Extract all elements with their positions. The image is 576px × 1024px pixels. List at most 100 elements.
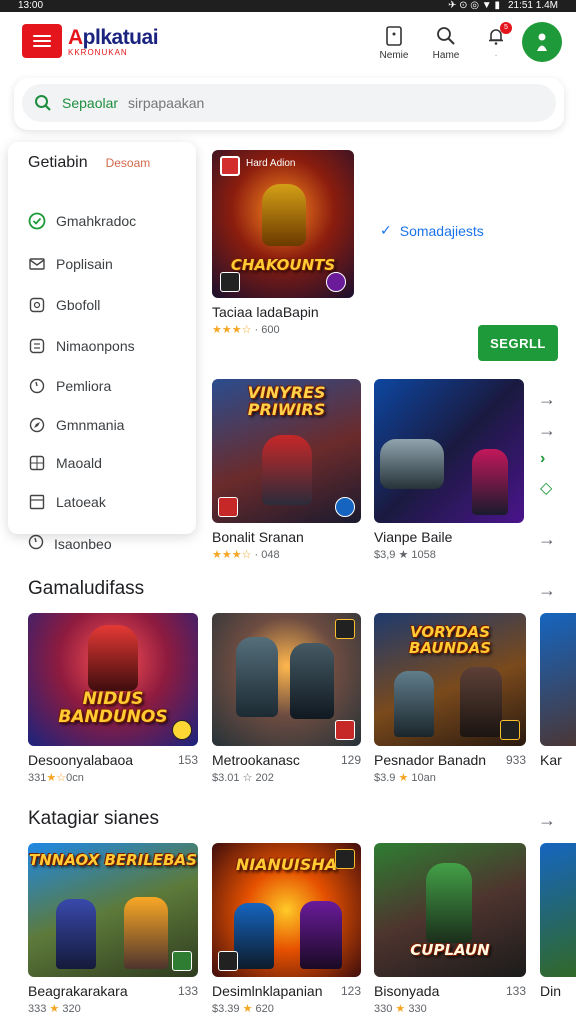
arrow-right-icon[interactable]: → [538, 389, 556, 410]
game-title: Pesnador Banadn [374, 752, 487, 768]
age-badge-icon [335, 720, 355, 740]
featured-game-card[interactable]: Hard Adion CHAKOUNTS Taciaa ladaBapin ★★… [212, 150, 354, 336]
user-icon [537, 33, 547, 51]
category-item[interactable]: Nimaonpons [28, 337, 135, 355]
age-badge-icon [335, 497, 355, 517]
publisher-badge-icon [220, 156, 240, 176]
dropdown-tag[interactable]: Desoam [106, 156, 151, 170]
game-thumbnail: VORYDAS BAUNDAS [374, 613, 526, 746]
logo-wordmark: Aplkatuai [68, 26, 159, 49]
category-label: Gmahkradoc [56, 213, 137, 229]
notification-badge: 5 [500, 22, 512, 34]
arrow-right-icon[interactable]: → [538, 580, 556, 601]
game-thumbnail: NIANUISHA [212, 843, 361, 977]
game-thumbnail [374, 379, 524, 523]
mail-icon [28, 255, 46, 273]
window-icon [28, 493, 46, 511]
chevron-right-icon[interactable]: › [540, 450, 545, 468]
status-bar: 13:00 ✈ ⊙ ◎ ▼ ▮ 21:51 1.4M [0, 0, 576, 12]
age-badge-icon [335, 849, 355, 869]
grid-icon [28, 454, 46, 472]
install-button[interactable]: SEGRLL [478, 325, 558, 361]
category-item[interactable]: Gmahkradoc [28, 212, 136, 230]
top-app-bar: Aplkatuai KKRONUKAN Nemie Hame 5 · [0, 14, 576, 76]
game-count: 129 [340, 753, 361, 767]
verified-link[interactable]: ✓ Somadajiests [380, 222, 484, 239]
soldier-figure-icon [394, 671, 434, 737]
menu-line-icon [33, 35, 51, 37]
game-meta: 333 ★ 320 [28, 1003, 81, 1015]
category-item[interactable]: Poplisain [28, 255, 113, 273]
publisher-badge-icon [218, 951, 238, 971]
game-card[interactable]: NIANUISHA 123 Desimlnklapanian $3.39 ★ 6… [212, 843, 361, 1015]
thumb-title: VINYRES PRIWIRS [247, 383, 326, 419]
age-badge-icon [500, 720, 520, 740]
game-card[interactable]: VORYDAS BAUNDAS 933 Pesnador Banadn $3.9… [374, 613, 526, 784]
hamburger-menu-button[interactable] [22, 24, 62, 58]
news-button[interactable]: Nemie [372, 26, 416, 61]
publisher-badge-icon [335, 619, 355, 639]
search-container: Sepaolar [14, 78, 564, 130]
game-card-partial[interactable]: Kar [540, 613, 576, 768]
signal-icons: ✈ ⊙ ◎ ▼ ▮ [447, 0, 500, 11]
arrow-right-icon[interactable]: → [538, 810, 556, 831]
game-meta: $3.01 ☆ 202 [212, 772, 274, 784]
game-title: Bisonyada [374, 983, 440, 999]
game-card[interactable]: TNNAOX BERILEBAS 133 Beagrakarakara 333 … [28, 843, 198, 1015]
rating-badge-icon [220, 272, 240, 292]
soldier-figure-icon [234, 903, 274, 969]
game-count: 133 [505, 984, 526, 998]
game-title: Kar [540, 752, 562, 768]
category-item[interactable]: Gmnmania [28, 416, 124, 434]
game-card[interactable]: 129 Metrookanasc $3.01 ☆ 202 [212, 613, 361, 784]
dropdown-title: Getiabin [28, 154, 88, 171]
age-badge-icon [172, 720, 192, 740]
arrow-right-icon[interactable]: → [538, 420, 556, 441]
game-title: Metrookanasc [212, 752, 300, 768]
notifications-button[interactable]: 5 · [474, 22, 518, 61]
thumb-title: NIDUS BANDUNOS [58, 689, 168, 727]
game-card[interactable]: NIDUS BANDUNOS 153 Desoonyalabaoa 331★☆0… [28, 613, 198, 784]
game-meta: 331★☆0cn [28, 772, 84, 784]
profile-button[interactable] [522, 22, 562, 62]
category-item[interactable]: Pemliora [28, 377, 111, 395]
section-title: Gamaludifass [28, 578, 145, 599]
search-label: Sepaolar [62, 95, 119, 111]
search-bar[interactable]: Sepaolar [22, 84, 556, 122]
diamond-icon[interactable]: ◇ [540, 478, 552, 498]
rating-stars: ★ [49, 1003, 60, 1015]
category-item[interactable]: Isaonbeo [28, 534, 112, 553]
hero-figure-icon [262, 435, 312, 505]
category-label: Gbofoll [56, 297, 101, 313]
search-nav-button[interactable]: Hame [424, 26, 468, 61]
game-thumbnail: CUPLAUN [374, 843, 526, 977]
game-card[interactable]: VINYRES PRIWIRS Bonalit Sranan ★★★☆ · 04… [212, 379, 361, 561]
status-right: ✈ ⊙ ◎ ▼ ▮ 21:51 1.4M [448, 0, 558, 12]
game-title: Bonalit Sranan [212, 529, 304, 545]
category-item[interactable]: Gbofoll [28, 296, 100, 314]
rating-stars: ★★★☆ [212, 549, 252, 561]
game-thumbnail: VINYRES PRIWIRS [212, 379, 361, 523]
category-label: Nimaonpons [56, 338, 135, 354]
search-icon [437, 27, 455, 45]
game-card[interactable]: Vianpe Baile $3,9 ★ 1058 [374, 379, 524, 561]
check-circle-icon [28, 212, 46, 230]
phone-icon [386, 26, 402, 46]
check-icon: ✓ [380, 222, 392, 238]
game-count: 933 [505, 753, 526, 767]
game-card-partial[interactable]: Din [540, 843, 576, 999]
menu-line-icon [33, 40, 51, 42]
age-badge-icon [172, 951, 192, 971]
game-title: Din [540, 983, 562, 999]
category-label: Poplisain [56, 256, 113, 272]
game-meta: 330 ★ 330 [374, 1003, 427, 1015]
app-logo[interactable]: Aplkatuai KKRONUKAN [68, 26, 159, 57]
category-item[interactable]: Latoeak [28, 493, 106, 511]
game-count: 123 [340, 984, 361, 998]
category-item[interactable]: Maoald [28, 454, 102, 472]
search-input[interactable] [128, 95, 429, 111]
rating-stars: ★ [398, 772, 409, 784]
thumb-title: VORYDAS BAUNDAS [409, 623, 491, 657]
arrow-right-icon[interactable]: → [538, 529, 556, 550]
game-card[interactable]: CUPLAUN 133 Bisonyada 330 ★ 330 [374, 843, 526, 1015]
